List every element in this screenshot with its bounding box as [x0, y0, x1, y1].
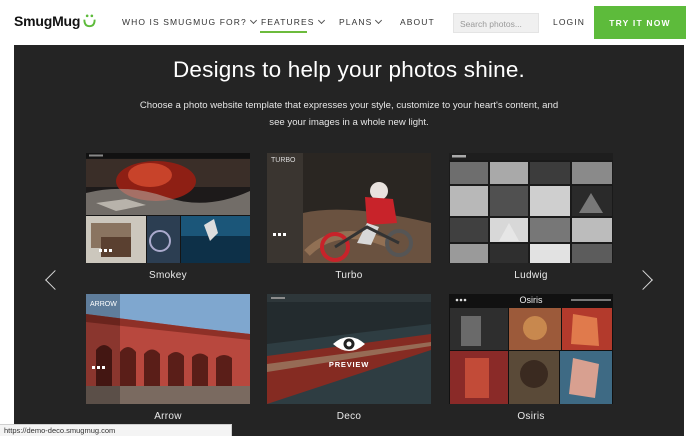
template-name: Osiris: [517, 411, 545, 422]
thumb-text: TURBO: [271, 157, 296, 164]
hero-subtitle: Choose a photo website template that exp…: [139, 100, 559, 128]
template-thumbnail[interactable]: TURBO: [267, 153, 431, 263]
try-it-now-button[interactable]: TRY IT NOW: [594, 6, 686, 39]
nav-features[interactable]: FEATURES: [261, 16, 325, 27]
login-link[interactable]: LOGIN: [553, 17, 585, 27]
hero-title: Designs to help your photos shine.: [172, 57, 525, 82]
active-nav-indicator: [260, 31, 307, 33]
chevron-down-icon: [249, 16, 257, 25]
templates-hero: Designs to help your photos shine. Choos…: [14, 45, 684, 436]
template-card-deco[interactable]: PREVIEW Deco: [267, 294, 431, 426]
thumb-text: Osiris: [520, 295, 543, 305]
template-card-arrow[interactable]: ARROW Arrow: [86, 294, 250, 426]
template-card-smokey[interactable]: Smokey: [86, 153, 250, 285]
template-card-ludwig[interactable]: Ludwig: [449, 153, 613, 285]
nav-plans[interactable]: PLANS: [339, 16, 383, 27]
browser-status-bar: https://demo-deco.smugmug.com: [0, 424, 232, 436]
nav-label: ABOUT: [400, 17, 435, 27]
template-name: Deco: [336, 411, 362, 422]
search-input[interactable]: Search photos...: [453, 13, 539, 33]
template-name: Arrow: [154, 411, 182, 422]
chevron-down-icon: [317, 16, 325, 25]
template-thumbnail[interactable]: [86, 153, 250, 263]
template-thumbnail[interactable]: ARROW: [86, 294, 250, 404]
nav-label: WHO IS SMUGMUG FOR?: [122, 17, 247, 27]
status-url: https://demo-deco.smugmug.com: [4, 426, 116, 435]
search-placeholder: Search photos...: [460, 19, 522, 29]
preview-label: PREVIEW: [329, 360, 369, 369]
nav-label: PLANS: [339, 17, 373, 27]
logo-text: SmugMug: [14, 13, 81, 29]
top-nav: SmugMug WHO IS SMUGMUG FOR? FEATURES PLA…: [0, 0, 696, 44]
template-name: Turbo: [335, 270, 363, 281]
template-card-osiris[interactable]: Osiris Osiris: [449, 294, 613, 426]
nav-who-is-smugmug-for[interactable]: WHO IS SMUGMUG FOR?: [122, 16, 257, 27]
chevron-down-icon: [375, 16, 383, 25]
template-thumbnail[interactable]: Osiris: [449, 294, 613, 404]
thumb-text: ARROW: [90, 301, 117, 308]
carousel-next-arrow-icon[interactable]: [633, 270, 653, 290]
smugmug-logo[interactable]: SmugMug: [14, 11, 97, 31]
template-thumbnail[interactable]: PREVIEW: [267, 294, 431, 404]
template-card-turbo[interactable]: TURBO Turbo: [267, 153, 431, 285]
template-name: Smokey: [149, 270, 187, 281]
template-thumbnail[interactable]: [449, 153, 613, 263]
template-name: Ludwig: [514, 270, 548, 281]
carousel-prev-arrow-icon[interactable]: [45, 270, 65, 290]
nav-about[interactable]: ABOUT: [400, 17, 435, 27]
login-label: LOGIN: [553, 17, 585, 27]
nav-label: FEATURES: [261, 17, 315, 27]
smiley-icon: [83, 14, 96, 27]
